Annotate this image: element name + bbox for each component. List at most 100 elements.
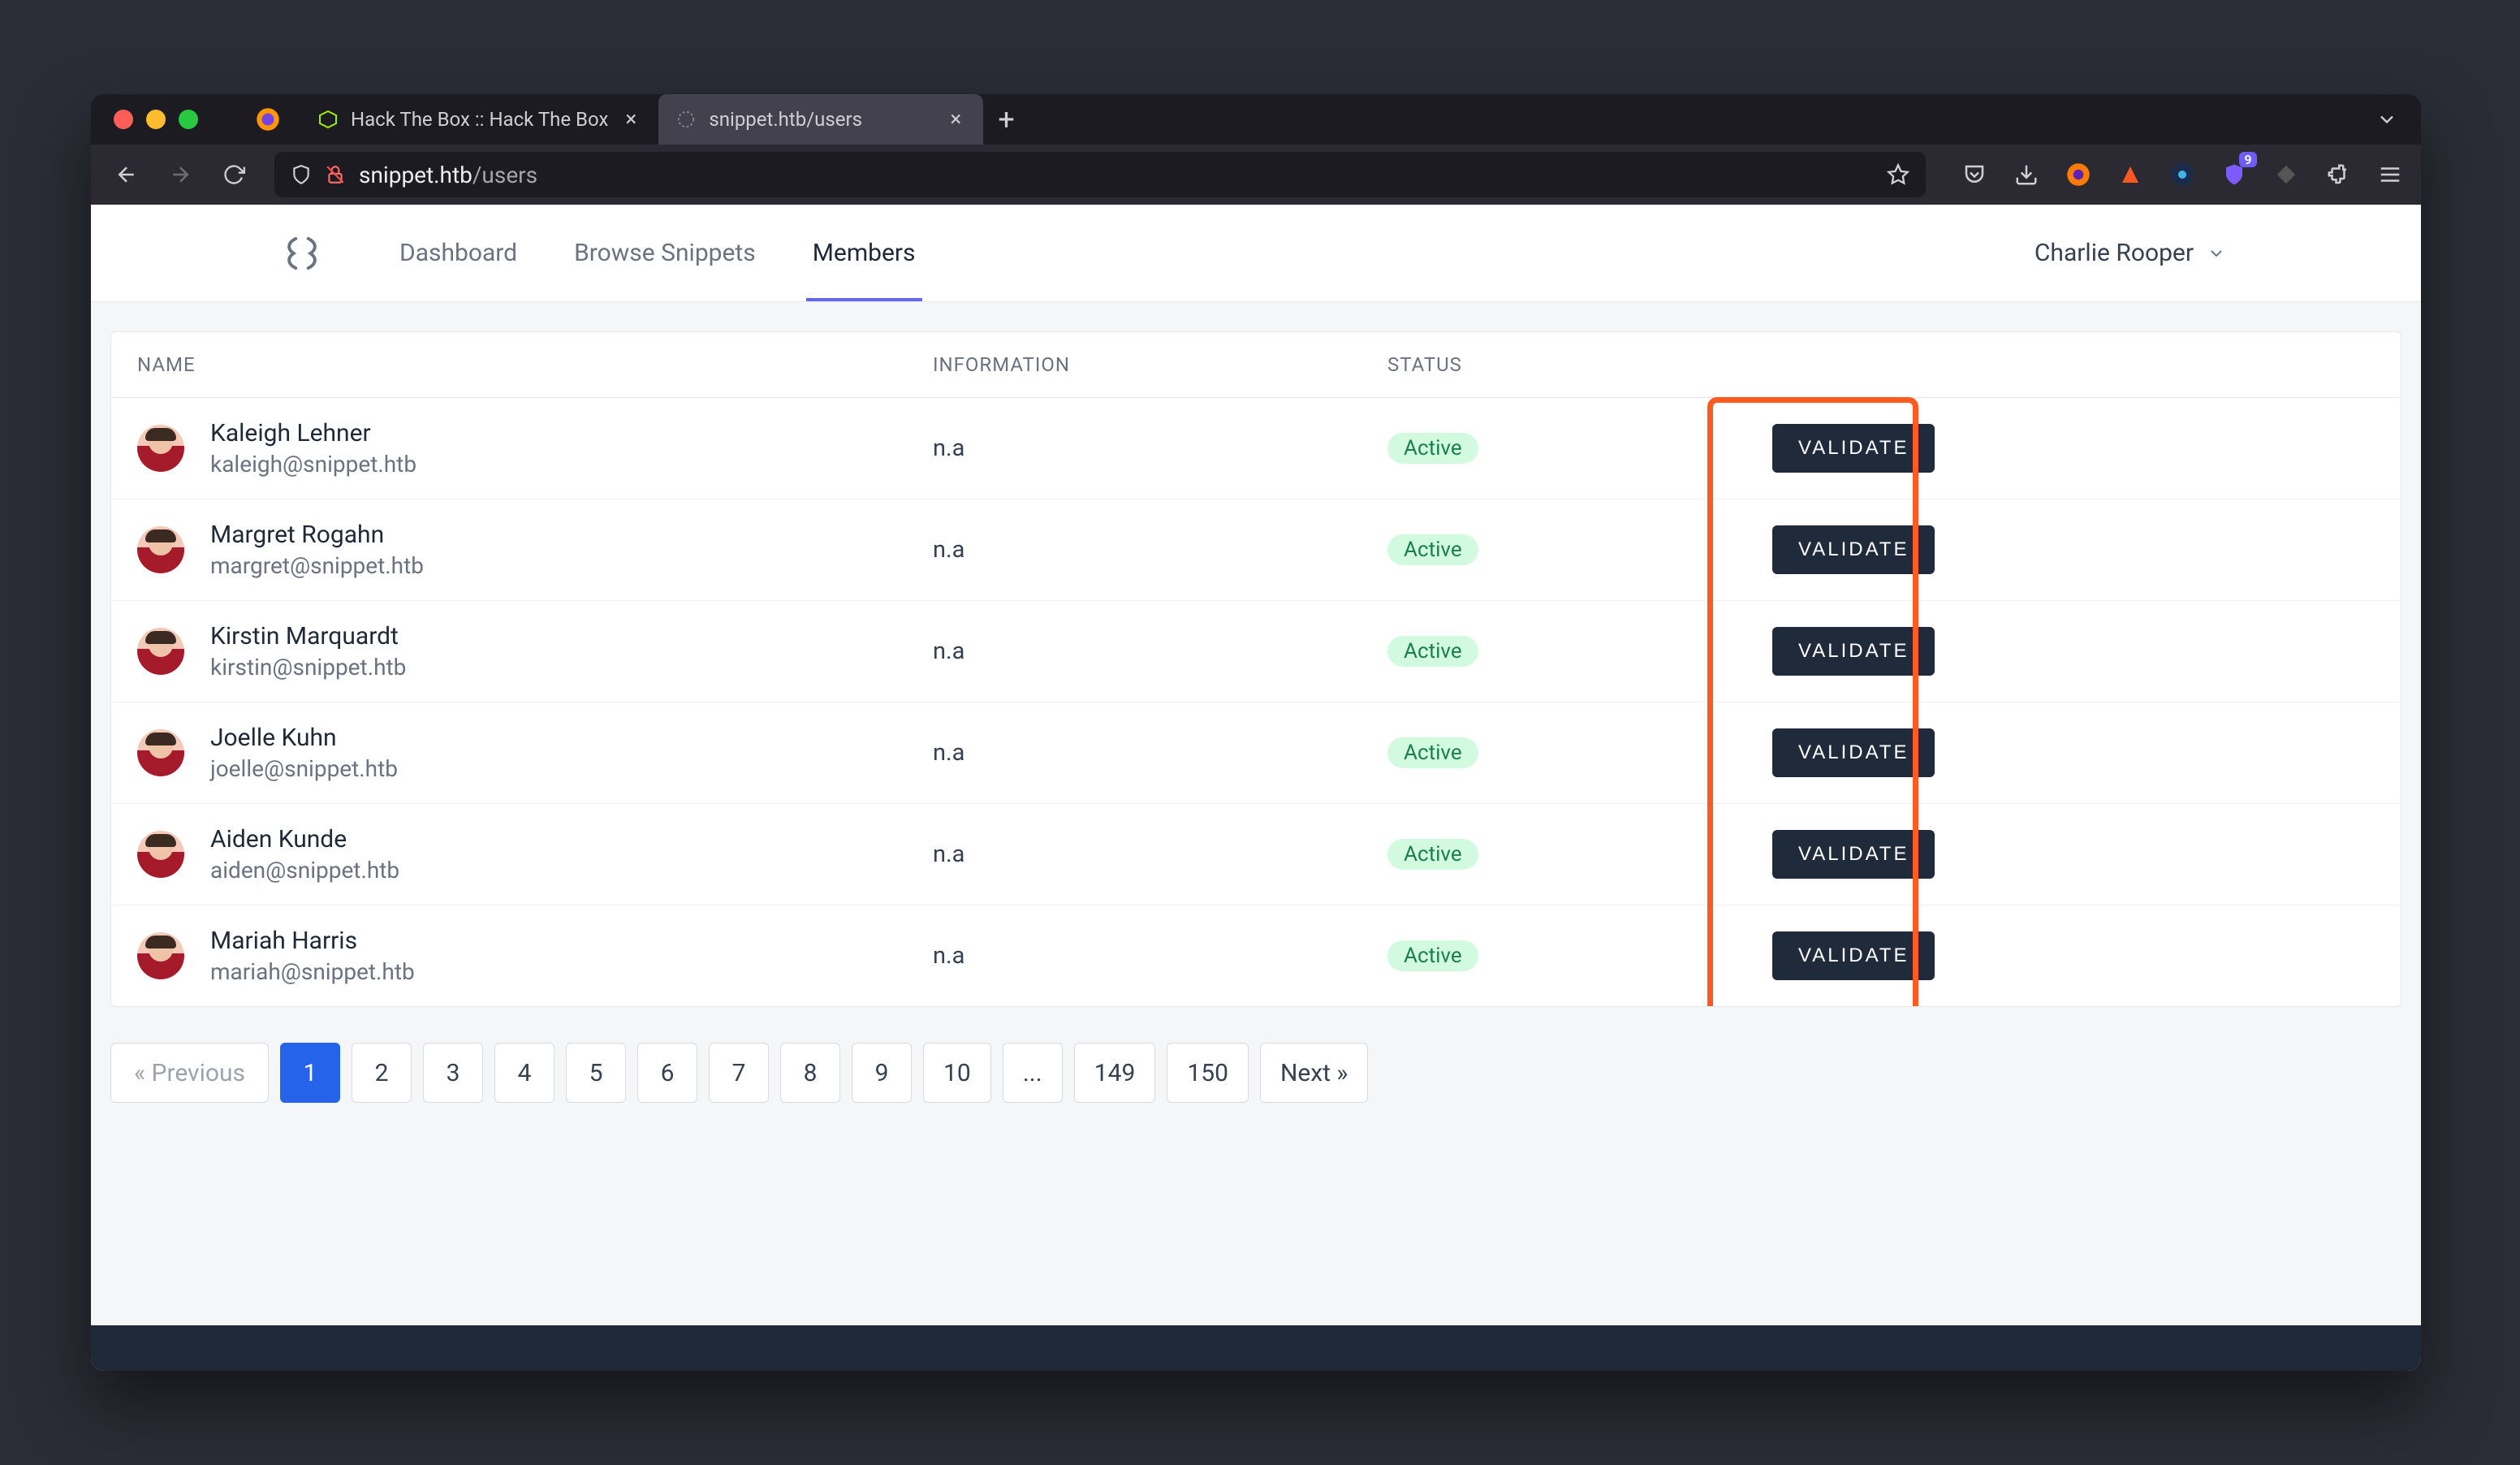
extension-badge-icon[interactable]: 9: [2216, 157, 2252, 192]
notification-badge: 9: [2239, 152, 2257, 167]
tab-hackthebox[interactable]: Hack The Box :: Hack The Box ×: [300, 94, 658, 145]
toolbar: snippet.htb/users: [91, 145, 2421, 205]
validate-button[interactable]: VALIDATE: [1772, 525, 1935, 574]
info-cell: n.a: [933, 637, 1387, 665]
address-bar[interactable]: snippet.htb/users: [274, 152, 1926, 197]
chevron-down-icon: [2207, 244, 2226, 263]
extension-foxyproxy-icon[interactable]: [2112, 157, 2148, 192]
user-menu[interactable]: Charlie Rooper: [2035, 239, 2226, 267]
user-email: margret@snippet.htb: [210, 552, 424, 579]
page-next[interactable]: Next »: [1260, 1043, 1369, 1103]
status-badge: Active: [1387, 839, 1478, 870]
page-number[interactable]: 8: [780, 1043, 840, 1103]
page-number[interactable]: 149: [1074, 1043, 1156, 1103]
tab-close-icon[interactable]: ×: [944, 109, 967, 130]
page-number[interactable]: 5: [566, 1043, 626, 1103]
page-number[interactable]: 6: [637, 1043, 697, 1103]
app-header: Dashboard Browse Snippets Members Charli…: [91, 205, 2421, 302]
extension-wappalyzer-icon[interactable]: [2164, 157, 2200, 192]
info-cell: n.a: [933, 536, 1387, 564]
validate-button[interactable]: VALIDATE: [1772, 627, 1935, 676]
page-number[interactable]: 1: [280, 1043, 340, 1103]
tab-strip: Hack The Box :: Hack The Box × snippet.h…: [300, 94, 1029, 145]
window-controls: [91, 110, 198, 129]
status-cell: Active: [1387, 534, 1688, 565]
status-cell: Active: [1387, 737, 1688, 768]
app-menu-icon[interactable]: [2372, 157, 2408, 192]
info-cell: n.a: [933, 739, 1387, 767]
info-cell: n.a: [933, 942, 1387, 970]
page-number[interactable]: 150: [1167, 1043, 1249, 1103]
nav-dashboard[interactable]: Dashboard: [399, 205, 517, 301]
page-number[interactable]: 4: [494, 1043, 554, 1103]
back-button[interactable]: [104, 152, 149, 197]
insecure-lock-icon[interactable]: [325, 164, 346, 185]
window-maximize-icon[interactable]: [179, 110, 198, 129]
new-tab-button[interactable]: +: [983, 94, 1029, 145]
url-host: snippet.htb: [359, 162, 472, 188]
validate-button[interactable]: VALIDATE: [1772, 424, 1935, 473]
col-header-information: Information: [933, 353, 1387, 376]
status-badge: Active: [1387, 940, 1478, 971]
validate-button[interactable]: VALIDATE: [1772, 728, 1935, 777]
avatar: [137, 831, 184, 878]
nav-members[interactable]: Members: [813, 205, 916, 301]
validate-button[interactable]: VALIDATE: [1772, 830, 1935, 879]
forward-button[interactable]: [158, 152, 203, 197]
app-logo-icon[interactable]: [253, 228, 351, 279]
nav-browse-snippets[interactable]: Browse Snippets: [574, 205, 756, 301]
avatar: [137, 729, 184, 776]
tab-title: Hack The Box :: Hack The Box: [351, 108, 608, 131]
tab-close-icon[interactable]: ×: [619, 109, 642, 130]
window-close-icon[interactable]: [114, 110, 133, 129]
user-cell: Kirstin Marquardt kirstin@snippet.htb: [137, 622, 933, 681]
table-row: Mariah Harris mariah@snippet.htb n.a Act…: [111, 905, 2401, 1006]
page-content: Dashboard Browse Snippets Members Charli…: [91, 205, 2421, 1371]
avatar: [137, 932, 184, 979]
generic-favicon-icon: [675, 108, 697, 131]
tab-title: snippet.htb/users: [709, 108, 862, 131]
app-footer: [91, 1325, 2421, 1371]
tab-snippet-users[interactable]: snippet.htb/users ×: [658, 94, 983, 145]
avatar: [137, 628, 184, 675]
page-number[interactable]: 10: [923, 1043, 991, 1103]
user-name: Joelle Kuhn: [210, 724, 398, 752]
page-number[interactable]: 9: [852, 1043, 912, 1103]
window-minimize-icon[interactable]: [146, 110, 166, 129]
main-nav: Dashboard Browse Snippets Members: [399, 205, 916, 301]
status-badge: Active: [1387, 636, 1478, 667]
user-cell: Kaleigh Lehner kaleigh@snippet.htb: [137, 419, 933, 478]
user-cell: Aiden Kunde aiden@snippet.htb: [137, 825, 933, 884]
validate-button[interactable]: VALIDATE: [1772, 931, 1935, 980]
status-cell: Active: [1387, 433, 1688, 464]
table-row: Aiden Kunde aiden@snippet.htb n.a Active…: [111, 804, 2401, 905]
avatar: [137, 526, 184, 573]
avatar: [137, 425, 184, 472]
user-name: Kirstin Marquardt: [210, 622, 406, 650]
firefox-icon: [255, 106, 281, 132]
current-user-name: Charlie Rooper: [2035, 239, 2194, 267]
extension-hackbar-icon[interactable]: [2060, 157, 2096, 192]
pocket-icon[interactable]: [1957, 157, 1992, 192]
download-icon[interactable]: [2009, 157, 2044, 192]
action-cell: VALIDATE: [1688, 424, 2375, 473]
page-number[interactable]: 3: [423, 1043, 483, 1103]
tabs-overflow-button[interactable]: [2375, 108, 2421, 131]
content: Name Information Status Kaleigh Lehner k…: [91, 302, 2421, 1325]
page-number[interactable]: 2: [352, 1043, 412, 1103]
extensions-button-icon[interactable]: [2320, 157, 2356, 192]
extension-dark-icon[interactable]: [2268, 157, 2304, 192]
page-prev[interactable]: « Previous: [110, 1043, 269, 1103]
url-text: snippet.htb/users: [359, 162, 537, 188]
user-name: Kaleigh Lehner: [210, 419, 416, 447]
status-badge: Active: [1387, 737, 1478, 768]
browser-window: Hack The Box :: Hack The Box × snippet.h…: [91, 94, 2421, 1371]
user-email: kaleigh@snippet.htb: [210, 451, 416, 478]
reload-button[interactable]: [211, 152, 257, 197]
table-row: Kaleigh Lehner kaleigh@snippet.htb n.a A…: [111, 398, 2401, 499]
bookmark-star-icon[interactable]: [1887, 163, 1909, 186]
table-row: Joelle Kuhn joelle@snippet.htb n.a Activ…: [111, 702, 2401, 804]
user-name: Mariah Harris: [210, 927, 415, 955]
shield-icon[interactable]: [291, 164, 312, 185]
page-number[interactable]: 7: [709, 1043, 769, 1103]
